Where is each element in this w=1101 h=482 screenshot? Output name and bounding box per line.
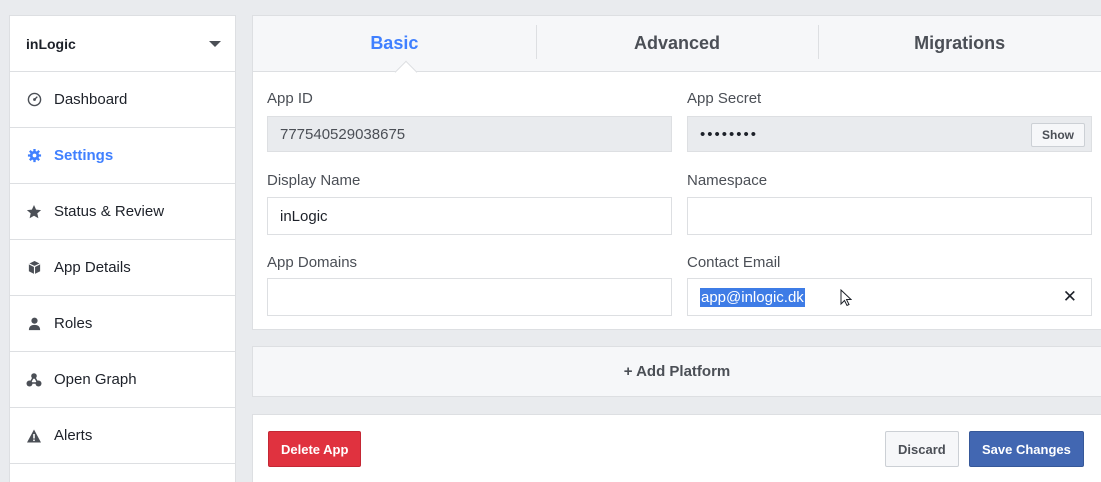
tab-advanced[interactable]: Advanced: [535, 25, 819, 59]
delete-app-button[interactable]: Delete App: [268, 431, 362, 467]
sidebar-item-label: Dashboard: [54, 91, 128, 108]
mouse-pointer-icon: [840, 289, 852, 307]
sidebar-item-roles[interactable]: Roles: [10, 296, 235, 352]
person-icon: [26, 316, 42, 332]
show-secret-button[interactable]: Show: [1031, 123, 1085, 147]
save-changes-button[interactable]: Save Changes: [969, 431, 1084, 467]
display-name-value: inLogic: [280, 207, 328, 225]
sidebar-item-dashboard[interactable]: Dashboard: [10, 72, 235, 128]
app-domains-label: App Domains: [267, 254, 358, 271]
active-tab-pointer: [394, 60, 418, 84]
tab-basic[interactable]: Basic: [253, 33, 536, 54]
discard-button[interactable]: Discard: [885, 431, 959, 467]
contact-email-input[interactable]: app@inlogic.dk ✕: [687, 278, 1092, 316]
app-domains-input[interactable]: [267, 278, 672, 316]
gear-icon: [26, 148, 42, 164]
sidebar-item-alerts[interactable]: Alerts: [10, 408, 235, 464]
actions-bar: Delete App Discard Save Changes: [252, 414, 1101, 482]
sidebar-item-label: Status & Review: [54, 203, 165, 220]
app-id-label: App ID: [267, 90, 313, 107]
star-icon: [26, 204, 42, 220]
add-platform-button[interactable]: + Add Platform: [252, 346, 1101, 397]
display-name-label: Display Name: [267, 172, 361, 189]
sidebar-item-label: Settings: [54, 147, 114, 164]
sidebar-item-label: App Details: [54, 259, 131, 276]
dashboard-icon: [26, 92, 42, 108]
contact-email-label: Contact Email: [687, 254, 781, 271]
sidebar-item-label: Roles: [54, 315, 93, 332]
settings-tabs: Basic Advanced Migrations: [253, 16, 1101, 84]
cube-icon: [26, 260, 42, 276]
display-name-input[interactable]: inLogic: [267, 197, 672, 235]
tab-migrations[interactable]: Migrations: [818, 25, 1101, 59]
sidebar-item-settings[interactable]: Settings: [10, 128, 235, 184]
app-secret-label: App Secret: [687, 90, 762, 107]
app-id-field: 777540529038675: [267, 116, 672, 152]
app-switcher-name: inLogic: [26, 35, 76, 52]
namespace-input[interactable]: [687, 197, 1092, 235]
sidebar-item-open-graph[interactable]: Open Graph: [10, 352, 235, 408]
app-secret-value: ••••••••: [700, 125, 759, 143]
contact-email-value: app@inlogic.dk: [700, 287, 805, 307]
sidebar-item-app-details[interactable]: App Details: [10, 240, 235, 296]
add-platform-label: + Add Platform: [623, 363, 731, 380]
clear-email-icon[interactable]: ✕: [1063, 287, 1077, 307]
graph-icon: [26, 372, 42, 388]
sidebar-item-status-review[interactable]: Status & Review: [10, 184, 235, 240]
sidebar-item-label: Open Graph: [54, 371, 137, 388]
app-switcher[interactable]: inLogic: [10, 16, 235, 72]
app-secret-field: •••••••• Show: [687, 116, 1092, 152]
app-id-value: 777540529038675: [280, 125, 406, 143]
sidebar-item-label: Alerts: [54, 427, 93, 444]
chevron-down-icon: [209, 40, 221, 47]
basic-settings-card: Basic Advanced Migrations App ID 7775405…: [252, 15, 1101, 330]
sidebar: inLogic Dashboard Settings Status & Revi…: [9, 15, 236, 482]
namespace-label: Namespace: [687, 172, 768, 189]
warning-icon: [26, 428, 42, 444]
